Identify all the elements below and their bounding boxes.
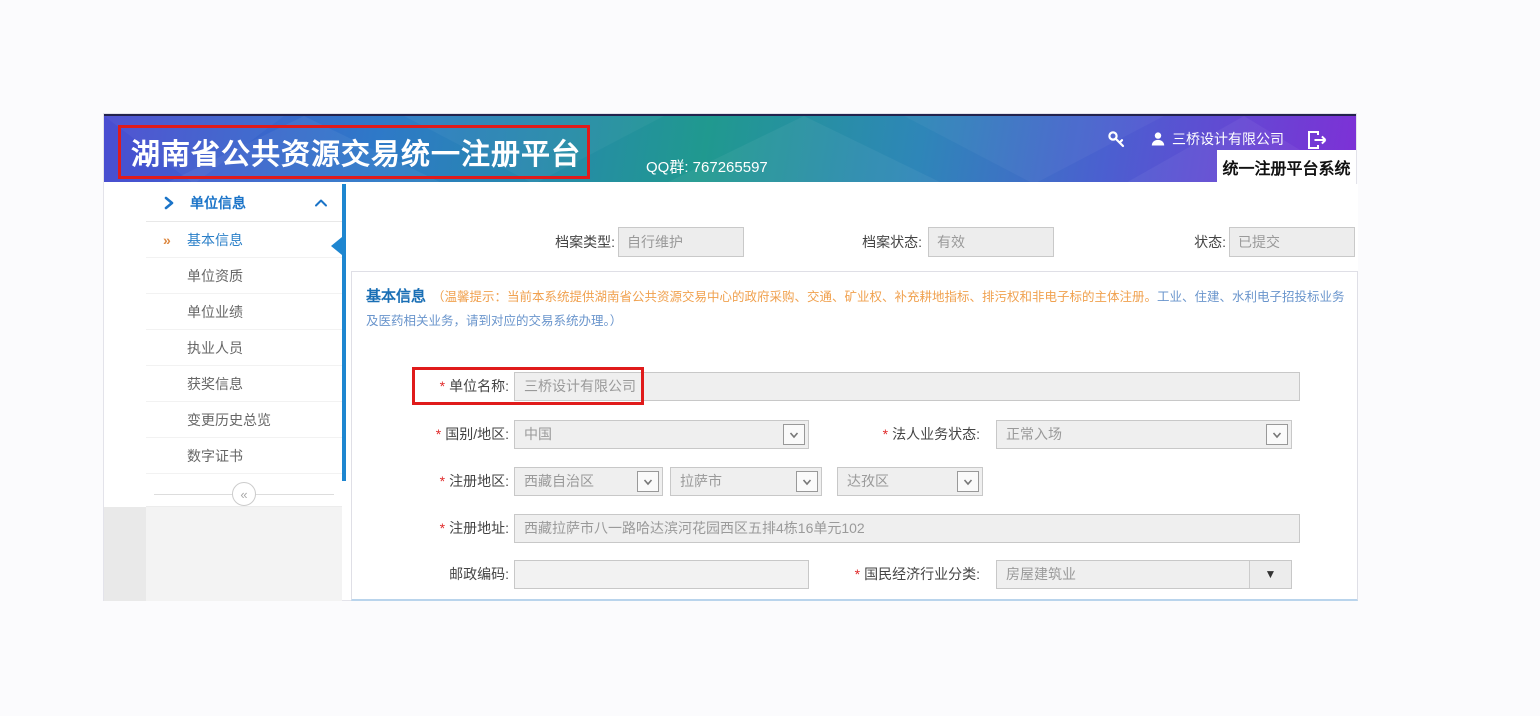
country-label: *国别/地区: [352, 419, 509, 450]
sidebar-item-practitioners[interactable]: 执业人员 [146, 330, 342, 366]
basic-info-section: 基本信息 （温馨提示：当前本系统提供湖南省公共资源交易中心的政府采购、交通、矿业权… [351, 271, 1358, 601]
sidebar-item-awards[interactable]: 获奖信息 [146, 366, 342, 402]
title-annotation-redbox: 湖南省公共资源交易统一注册平台 [118, 125, 590, 179]
status-label: 状态: [1086, 227, 1226, 257]
left-gutter [104, 507, 146, 601]
chevron-down-icon [637, 471, 659, 492]
sidebar-item-change-history[interactable]: 变更历史总览 [146, 402, 342, 438]
sidebar-collapse-button[interactable]: « [232, 482, 256, 506]
chevron-down-icon [1266, 424, 1288, 445]
notice-text-orange: （温馨提示：当前本系统提供湖南省公共资源交易中心的政府采购、交通、矿业权、补充耕… [432, 290, 1157, 304]
sidebar-item-label: 获奖信息 [187, 376, 243, 392]
archive-type-field[interactable]: 自行维护 [618, 227, 744, 257]
chevron-down-icon [796, 471, 818, 492]
legal-status-label: *法人业务状态: [782, 419, 980, 450]
sidebar-item-label: 执业人员 [187, 340, 243, 356]
unit-name-label: *单位名称: [352, 371, 509, 402]
archive-type-label: 档案类型: [439, 227, 615, 257]
chevron-down-icon [957, 471, 979, 492]
top-header: 湖南省公共资源交易统一注册平台 QQ群: 767265597 三桥设计有限公司 … [104, 114, 1356, 182]
sidebar-group-unit-info[interactable]: 单位信息 [146, 184, 342, 222]
postal-code-label: 邮政编码: [352, 559, 509, 590]
sidebar-group-label: 单位信息 [190, 193, 246, 213]
status-field[interactable]: 已提交 [1229, 227, 1355, 257]
sidebar-item-label: 数字证书 [187, 448, 243, 464]
dropdown-arrow-icon[interactable]: ▼ [1249, 561, 1291, 588]
reg-province-select[interactable]: 西藏自治区 [514, 467, 663, 496]
sidebar-item-digital-cert[interactable]: 数字证书 [146, 438, 342, 474]
user-icon [1150, 131, 1166, 147]
sidebar-item-unit-qualification[interactable]: 单位资质 [146, 258, 342, 294]
archive-status-bar: 档案类型: 自行维护 档案状态: 有效 状态: 已提交 [349, 184, 1358, 271]
user-name-label: 三桥设计有限公司 [1172, 129, 1284, 149]
section-header: 基本信息 （温馨提示：当前本系统提供湖南省公共资源交易中心的政府采购、交通、矿业权… [352, 272, 1357, 333]
logout-icon[interactable] [1306, 129, 1328, 151]
reg-region-label: *注册地区: [352, 466, 509, 497]
section-title: 基本信息 [366, 288, 426, 305]
page-background: 湖南省公共资源交易统一注册平台 QQ群: 767265597 三桥设计有限公司 … [0, 0, 1540, 716]
app-window: 湖南省公共资源交易统一注册平台 QQ群: 767265597 三桥设计有限公司 … [103, 113, 1357, 601]
industry-select[interactable]: 房屋建筑业 ▼ [996, 560, 1292, 589]
sidebar-menu: 单位信息 » 基本信息 单位资质 单位业绩 执业人员 获奖信息 变更历史总览 数… [146, 184, 342, 481]
sidebar-item-unit-performance[interactable]: 单位业绩 [146, 294, 342, 330]
chevron-up-icon[interactable] [314, 197, 328, 209]
tab-system-name[interactable]: 统一注册平台系统 [1217, 150, 1356, 182]
key-icon[interactable] [1106, 129, 1128, 151]
country-select[interactable]: 中国 [514, 420, 809, 449]
reg-city-select[interactable]: 拉萨市 [670, 467, 822, 496]
sidebar-item-label: 单位资质 [187, 268, 243, 284]
active-item-marker: » [163, 222, 171, 258]
sidebar-accent-bar [342, 184, 346, 481]
sidebar-collapse-bar: « [146, 481, 342, 507]
sidebar-item-label: 变更历史总览 [187, 412, 271, 428]
industry-label: *国民经济行业分类: [782, 559, 980, 590]
active-item-pointer [331, 237, 342, 255]
reg-address-label: *注册地址: [352, 513, 509, 544]
reg-district-select[interactable]: 达孜区 [837, 467, 983, 496]
sidebar-item-label: 基本信息 [187, 232, 243, 248]
qq-group-label: QQ群: 767265597 [646, 156, 768, 177]
archive-state-label: 档案状态: [749, 227, 922, 257]
reg-address-field[interactable]: 西藏拉萨市八一路哈达滨河花园西区五排4栋16单元102 [514, 514, 1300, 543]
postal-code-field[interactable] [514, 560, 809, 589]
page-title: 湖南省公共资源交易统一注册平台 [121, 131, 581, 173]
archive-state-field[interactable]: 有效 [928, 227, 1054, 257]
chevron-right-icon [162, 196, 176, 210]
current-user[interactable]: 三桥设计有限公司 [1150, 129, 1284, 149]
sidebar-item-label: 单位业绩 [187, 304, 243, 320]
unit-name-field[interactable]: 三桥设计有限公司 [514, 372, 1300, 401]
legal-status-select[interactable]: 正常入场 [996, 420, 1292, 449]
sidebar-item-basic-info[interactable]: » 基本信息 [146, 222, 342, 258]
